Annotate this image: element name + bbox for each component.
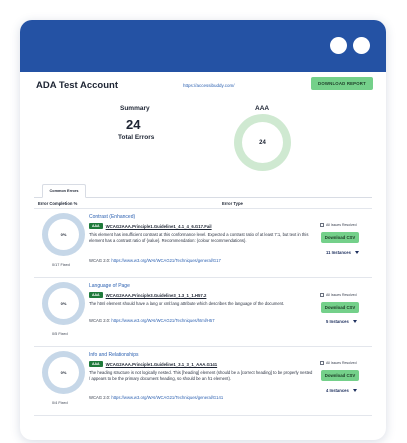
column-header-error-type: Error Type bbox=[222, 201, 243, 206]
site-url[interactable]: https://accessibuddy.com/ bbox=[183, 83, 234, 88]
error-description: The html element should have a lang or x… bbox=[89, 301, 285, 306]
window-controls bbox=[330, 37, 370, 54]
resolved-checkbox-row[interactable]: All Issues Resolved bbox=[320, 223, 357, 227]
level-badge: AAA bbox=[89, 223, 103, 229]
total-errors-label: Total Errors bbox=[118, 134, 155, 141]
instances-dropdown[interactable]: 11 Instances bbox=[326, 250, 359, 255]
wcag-link[interactable]: https://www.w3.org/WAI/WCAG21/Techniques… bbox=[111, 318, 214, 323]
instances-label: 11 Instances bbox=[326, 250, 351, 255]
error-description: This element has insufficient contrast a… bbox=[89, 232, 309, 244]
download-report-button[interactable]: DOWNLOAD REPORT bbox=[311, 77, 373, 90]
download-csv-button[interactable]: Download CSV bbox=[321, 232, 359, 243]
errors-table: Error Completion % Error Type 0% 0/17 Fi… bbox=[34, 198, 372, 416]
summary-section: Summary 24 Total Errors AAA 24 bbox=[20, 104, 386, 184]
wcag-prefix: WCAG 2.0: bbox=[89, 318, 111, 323]
instances-label: 5 Instances bbox=[326, 319, 349, 324]
download-csv-button[interactable]: Download CSV bbox=[321, 370, 359, 381]
report-header: ADA Test Account https://accessibuddy.co… bbox=[20, 72, 386, 104]
error-title[interactable]: Language of Page bbox=[89, 283, 130, 289]
level-donut-value: 24 bbox=[259, 139, 266, 146]
top-bar bbox=[20, 20, 386, 72]
level-donut-chart: 24 bbox=[234, 114, 291, 171]
completion-donut: 0% bbox=[42, 351, 85, 394]
rule-link[interactable]: WCAG2AAA.Principle3.Guideline3_1.3_1_1.H… bbox=[106, 293, 207, 298]
wcag-prefix: WCAG 2.0: bbox=[89, 258, 111, 263]
rule-link[interactable]: WCAG2AAA.Principle1.Guideline1_3.1_3_1_A… bbox=[106, 362, 218, 367]
resolved-label: All Issues Resolved bbox=[326, 223, 357, 227]
tab-bar: Common Errors bbox=[34, 184, 372, 198]
app-window: ADA Test Account https://accessibuddy.co… bbox=[20, 20, 386, 440]
chevron-down-icon bbox=[352, 320, 357, 323]
rule-link[interactable]: WCAG2AAA.Principle1.Guideline1_4.1_4_6.G… bbox=[106, 224, 212, 229]
wcag-link[interactable]: https://www.w3.org/WAI/WCAG21/Techniques… bbox=[111, 395, 223, 400]
wcag-prefix: WCAG 2.0: bbox=[89, 395, 111, 400]
resolved-checkbox[interactable] bbox=[320, 361, 324, 365]
completion-percent: 0% bbox=[60, 370, 67, 375]
resolved-checkbox-row[interactable]: All Issues Resolved bbox=[320, 361, 357, 365]
error-title[interactable]: Info and Relationships bbox=[89, 352, 138, 358]
chevron-down-icon bbox=[352, 389, 357, 392]
account-title: ADA Test Account bbox=[36, 80, 118, 91]
level-label: AAA bbox=[255, 105, 270, 112]
total-errors-count: 24 bbox=[126, 117, 141, 132]
completion-percent: 0% bbox=[60, 232, 67, 237]
level-badge: AAA bbox=[89, 361, 103, 367]
instances-label: 4 Instances bbox=[326, 388, 349, 393]
download-csv-button[interactable]: Download CSV bbox=[321, 302, 359, 313]
wcag-reference: WCAG 2.0: https://www.w3.org/WAI/WCAG21/… bbox=[89, 318, 215, 323]
completion-percent: 0% bbox=[60, 301, 67, 306]
resolved-label: All Issues Resolved bbox=[326, 361, 357, 365]
error-title[interactable]: Contrast (Enhanced) bbox=[89, 214, 135, 220]
instances-dropdown[interactable]: 5 Instances bbox=[326, 319, 357, 324]
resolved-checkbox-row[interactable]: All Issues Resolved bbox=[320, 293, 357, 297]
fixed-count: 0/4 Fixed bbox=[52, 401, 68, 405]
table-row: 0% 0/4 Fixed Info and Relationships AAA … bbox=[34, 347, 372, 416]
table-row: 0% 0/5 Fixed Language of Page AAA WCAG2A… bbox=[34, 278, 372, 347]
fixed-count: 0/5 Fixed bbox=[52, 332, 68, 336]
level-badge: AAA bbox=[89, 292, 103, 298]
summary-label: Summary bbox=[120, 105, 150, 112]
wcag-reference: WCAG 2.0: https://www.w3.org/WAI/WCAG21/… bbox=[89, 258, 221, 263]
chevron-down-icon bbox=[354, 251, 359, 254]
completion-donut: 0% bbox=[42, 213, 85, 256]
tab-common-errors[interactable]: Common Errors bbox=[42, 184, 86, 198]
error-description: The heading structure is not logically n… bbox=[89, 370, 313, 382]
table-header: Error Completion % Error Type bbox=[34, 198, 372, 209]
fixed-count: 0/17 Fixed bbox=[52, 263, 70, 267]
instances-dropdown[interactable]: 4 Instances bbox=[326, 388, 357, 393]
completion-donut: 0% bbox=[42, 282, 85, 325]
resolved-label: All Issues Resolved bbox=[326, 293, 357, 297]
table-row: 0% 0/17 Fixed Contrast (Enhanced) AAA WC… bbox=[34, 209, 372, 278]
window-dot-icon[interactable] bbox=[353, 37, 370, 54]
resolved-checkbox[interactable] bbox=[320, 223, 324, 227]
column-header-completion: Error Completion % bbox=[38, 201, 78, 206]
wcag-reference: WCAG 2.0: https://www.w3.org/WAI/WCAG21/… bbox=[89, 395, 223, 400]
resolved-checkbox[interactable] bbox=[320, 293, 324, 297]
window-dot-icon[interactable] bbox=[330, 37, 347, 54]
wcag-link[interactable]: https://www.w3.org/WAI/WCAG21/Techniques… bbox=[111, 258, 220, 263]
